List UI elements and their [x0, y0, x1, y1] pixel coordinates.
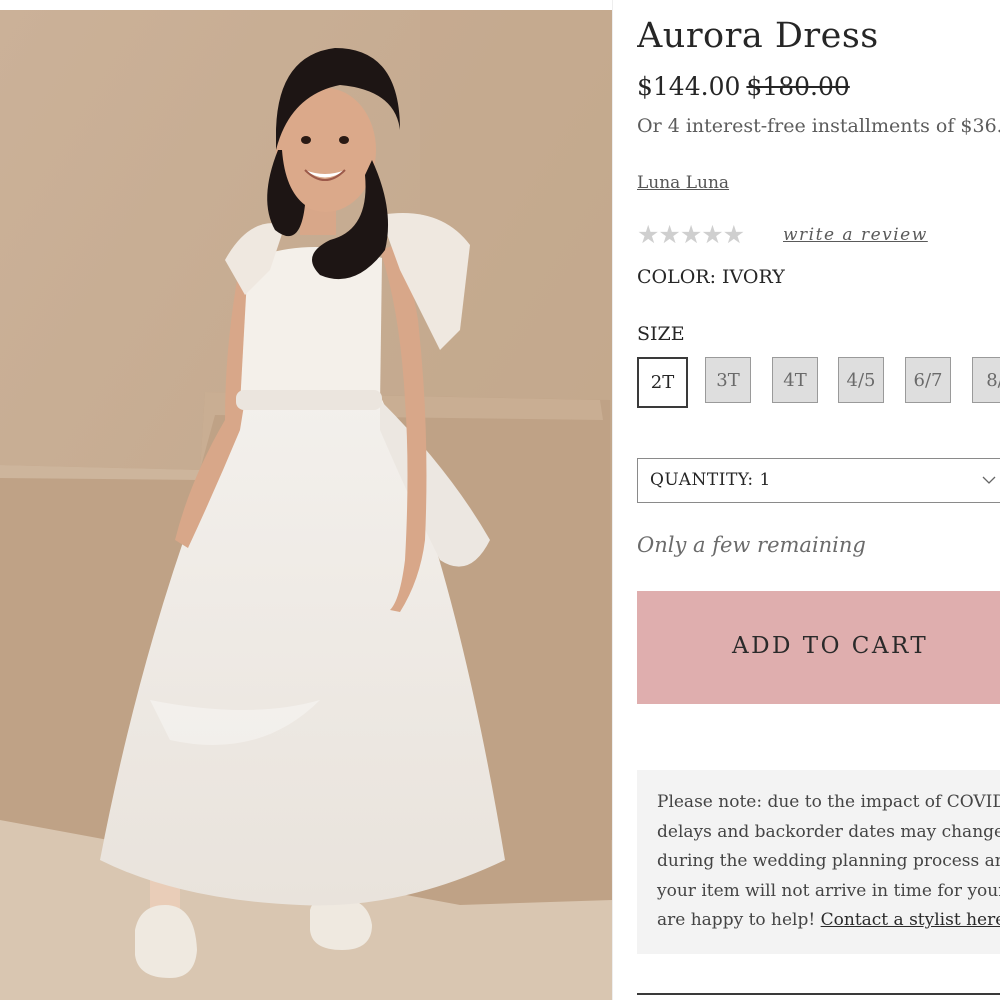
- size-option-3t[interactable]: 3T: [705, 357, 751, 403]
- notice-text: Please note: due to the impact of COVID-…: [657, 788, 1000, 936]
- chevron-down-icon: [982, 476, 996, 484]
- size-option-4t[interactable]: 4T: [772, 357, 818, 403]
- notice-line-last: are happy to help! Contact a stylist her…: [657, 906, 1000, 936]
- add-to-cart-button[interactable]: ADD TO CART: [637, 591, 1000, 704]
- product-photo[interactable]: [0, 10, 612, 1000]
- color-selection: COLOR: IVORY: [637, 266, 785, 288]
- price-row: $144.00 $180.00: [637, 72, 850, 101]
- quantity-value: 1: [759, 470, 771, 490]
- size-option-6-7[interactable]: 6/7: [905, 357, 951, 403]
- original-price: $180.00: [746, 72, 850, 101]
- photo-divider: [612, 0, 613, 1000]
- size-option-8[interactable]: 8/: [972, 357, 1000, 403]
- notice-line: delays and backorder dates may change. W…: [657, 821, 1000, 842]
- brand-link[interactable]: Luna Luna: [637, 173, 729, 193]
- size-label: SIZE: [637, 323, 685, 345]
- contact-stylist-link[interactable]: Contact a stylist here: [821, 910, 1000, 930]
- installments-text: Or 4 interest-free installments of $36.0…: [637, 115, 1000, 137]
- section-divider: [637, 993, 1000, 995]
- sale-price: $144.00: [637, 72, 741, 101]
- stock-message: Only a few remaining: [637, 533, 866, 557]
- notice-line: Please note: due to the impact of COVID-…: [657, 792, 1000, 812]
- product-photo-illustration: [0, 10, 612, 1000]
- covid-notice: Please note: due to the impact of COVID-…: [637, 770, 1000, 954]
- product-title: Aurora Dress: [637, 16, 879, 56]
- size-option-4-5[interactable]: 4/5: [838, 357, 884, 403]
- product-info-panel: Aurora Dress $144.00 $180.00 Or 4 interes…: [637, 0, 1000, 1000]
- color-label: COLOR:: [637, 266, 717, 288]
- write-review-link[interactable]: write a review: [783, 225, 928, 245]
- notice-line: during the wedding planning process and …: [657, 851, 1000, 871]
- star-rating-icon: ★★★★★: [637, 220, 745, 249]
- notice-line: your item will not arrive in time for yo…: [657, 880, 1000, 901]
- color-value: IVORY: [722, 266, 785, 288]
- quantity-label: QUANTITY: 1: [650, 470, 771, 490]
- size-option-2t[interactable]: 2T: [637, 357, 688, 408]
- quantity-select[interactable]: QUANTITY: 1: [637, 458, 1000, 503]
- add-to-cart-label: ADD TO CART: [732, 633, 929, 659]
